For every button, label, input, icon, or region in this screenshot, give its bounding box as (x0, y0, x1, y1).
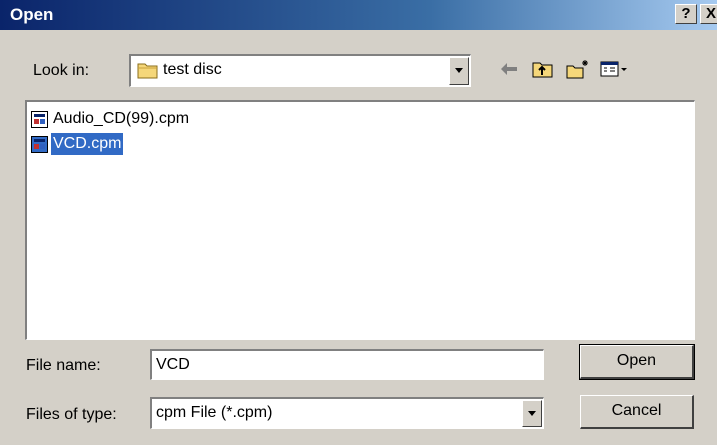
file-name-text: Audio_CD(99).cpm (53, 110, 190, 127)
look-in-dropdown[interactable]: test disc (129, 54, 471, 87)
cancel-button[interactable]: Cancel (580, 395, 694, 429)
window-title: Open (10, 5, 54, 24)
chevron-down-icon[interactable] (522, 400, 542, 427)
look-in-value: test disc (163, 61, 222, 78)
files-of-type-value: cpm File (*.cpm) (156, 404, 273, 421)
folder-icon (137, 60, 159, 85)
file-name-input[interactable] (150, 349, 544, 380)
file-name-label: File name: (26, 357, 101, 374)
cpm-file-icon (31, 136, 48, 158)
new-folder-icon[interactable] (565, 58, 591, 85)
views-menu-icon[interactable] (599, 58, 629, 85)
cpm-file-icon (31, 111, 48, 133)
close-button[interactable]: X (700, 4, 717, 24)
file-name-text: VCD.cpm (51, 133, 124, 155)
look-in-label: Look in: (33, 62, 90, 79)
help-button[interactable]: ? (675, 4, 697, 24)
up-one-level-icon[interactable] (531, 58, 555, 85)
open-button[interactable]: Open (579, 344, 695, 380)
title-bar[interactable]: Open ? X (0, 0, 717, 30)
back-arrow-icon[interactable] (498, 58, 520, 85)
files-of-type-label: Files of type: (26, 406, 117, 423)
files-of-type-dropdown[interactable]: cpm File (*.cpm) (150, 397, 544, 429)
file-list[interactable]: Audio_CD(99).cpm VCD.cpm (25, 100, 695, 340)
chevron-down-icon[interactable] (449, 57, 469, 85)
